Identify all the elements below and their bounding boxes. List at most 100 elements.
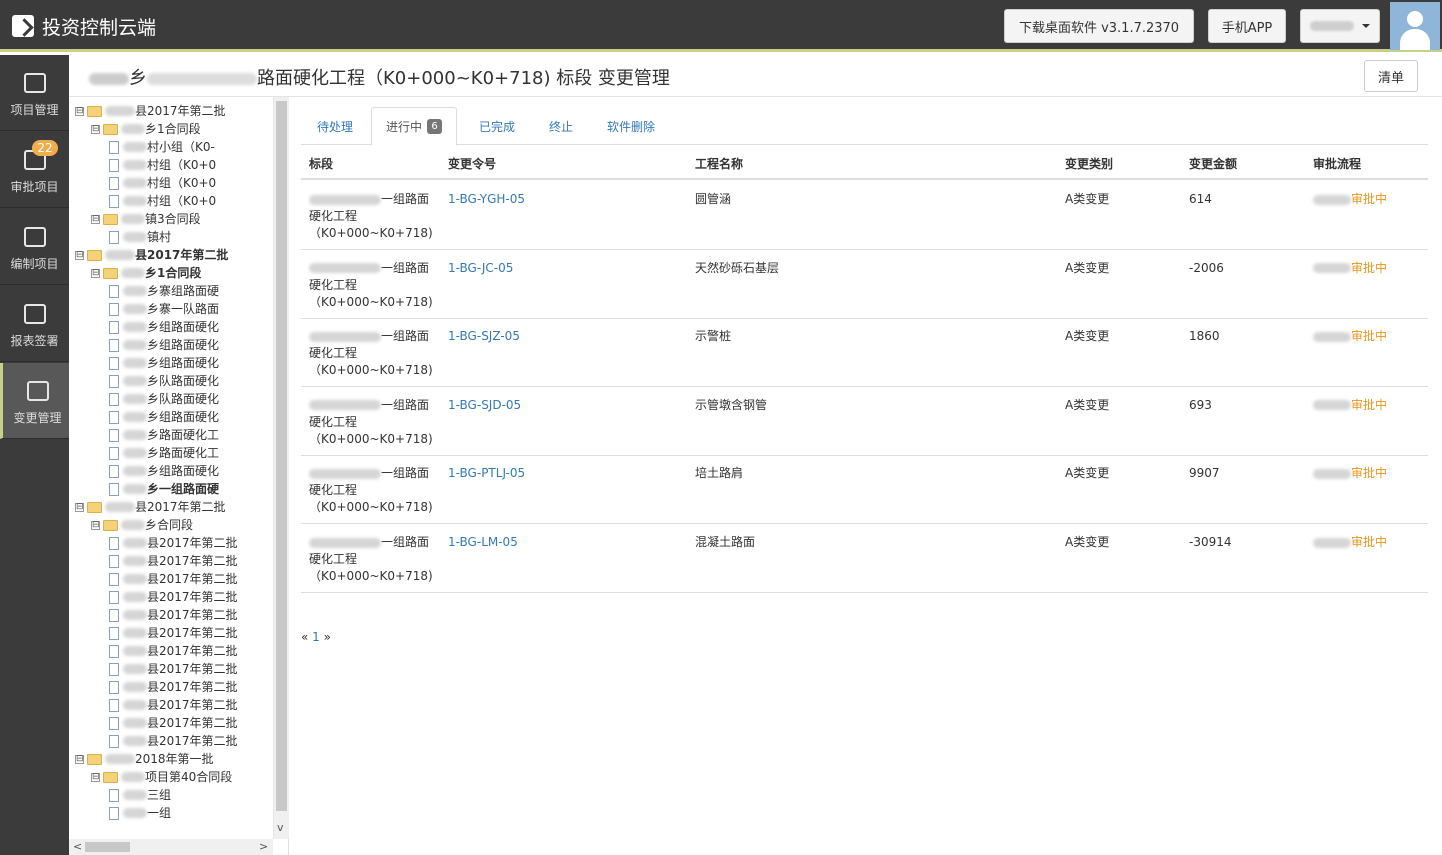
app-logo[interactable]: 投资控制云端	[12, 12, 156, 40]
folder-icon	[103, 213, 118, 225]
tree-folder-node[interactable]: ⊟ 乡1合同段	[91, 264, 201, 282]
tab-pending[interactable]: 待处理	[317, 107, 353, 145]
tree-folder-node[interactable]: ⊟ 县2017年第二批	[75, 102, 226, 120]
tab-software-deleted[interactable]: 软件删除	[607, 107, 655, 145]
top-bar: 投资控制云端 下载桌面软件 v3.1.7.2370 手机APP	[0, 0, 1442, 52]
tree-leaf-node[interactable]: 县2017年第二批	[109, 732, 238, 750]
tree-folder-node[interactable]: ⊟ 2018年第一批	[75, 750, 214, 768]
tree-leaf-node[interactable]: 村小组（K0-	[109, 138, 215, 156]
project-name-cell: 培土路肩	[695, 466, 744, 481]
download-desktop-button[interactable]: 下载桌面软件 v3.1.7.2370	[1004, 9, 1194, 43]
list-button[interactable]: 清单	[1364, 60, 1418, 92]
change-amount-cell: -30914	[1189, 535, 1232, 549]
table-row[interactable]: 一组路面 硬化工程 （K0+000~K0+718) 1-BG-YGH-05 圆管涵 A类变…	[301, 181, 1428, 250]
change-order-link[interactable]: 1-BG-PTLJ-05	[448, 465, 525, 482]
tree-leaf-node[interactable]: 县2017年第二批	[109, 678, 238, 696]
collapse-toggle-icon[interactable]: ⊟	[91, 214, 100, 224]
table-row[interactable]: 一组路面 硬化工程 （K0+000~K0+718) 1-BG-PTLJ-05 培土路肩 A…	[301, 455, 1428, 525]
document-icon	[109, 716, 119, 730]
chevron-down-icon[interactable]: v	[277, 821, 284, 834]
avatar[interactable]	[1390, 2, 1440, 50]
tree-leaf-node[interactable]: 县2017年第二批	[109, 606, 238, 624]
collapse-toggle-icon[interactable]: ⊟	[75, 754, 84, 764]
scroll-thumb[interactable]	[85, 842, 130, 852]
tree-leaf-node[interactable]: 镇村	[109, 228, 171, 246]
tree-leaf-node[interactable]: 县2017年第二批	[109, 570, 238, 588]
table-row[interactable]: 一组路面 硬化工程 （K0+000~K0+718) 1-BG-SJD-05 示管墩含钢管…	[301, 387, 1428, 456]
tree-leaf-node[interactable]: 乡寨一队路面	[109, 300, 219, 318]
table-row[interactable]: 一组路面 硬化工程 （K0+000~K0+718) 1-BG-JC-05 天然砂砾石基层…	[301, 250, 1428, 319]
collapse-toggle-icon[interactable]: ⊟	[91, 268, 100, 278]
tree-leaf-node[interactable]: 县2017年第二批	[109, 624, 238, 642]
tree-folder-node[interactable]: ⊟ 项目第40合同段	[91, 768, 232, 786]
nav-item-change-management[interactable]: 变更管理	[0, 363, 69, 439]
change-order-link[interactable]: 1-BG-LM-05	[448, 534, 518, 551]
tree-leaf-node[interactable]: 县2017年第二批	[109, 588, 238, 606]
tree-node-label: 乡组路面硬化	[147, 410, 220, 424]
tree-leaf-node[interactable]: 乡队路面硬化	[109, 390, 219, 408]
project-tree: ⊟ 县2017年第二批 ⊟ 乡1合同段 村小组（K0- 村组（K0+0 村组（K0+0 村组（…	[69, 97, 289, 855]
collapse-toggle-icon[interactable]: ⊟	[91, 124, 100, 134]
next-page-link[interactable]: »	[324, 630, 331, 644]
table-header: 标段 变更令号 工程名称 变更类别 变更金额 审批流程	[301, 145, 1428, 180]
tree-leaf-node[interactable]: 三组	[109, 786, 171, 804]
page-link-1[interactable]: 1	[312, 630, 320, 644]
tree-leaf-node[interactable]: 村组（K0+0	[109, 156, 216, 174]
tree-node-label: 县2017年第二批	[147, 590, 238, 604]
user-menu-button[interactable]	[1300, 9, 1380, 43]
tree-leaf-node[interactable]: 县2017年第二批	[109, 660, 238, 678]
chevron-left-icon[interactable]: <	[73, 840, 82, 853]
collapse-toggle-icon[interactable]: ⊟	[75, 502, 84, 512]
change-order-link[interactable]: 1-BG-YGH-05	[448, 191, 525, 208]
tree-leaf-node[interactable]: 县2017年第二批	[109, 552, 238, 570]
scroll-thumb[interactable]	[276, 101, 287, 811]
collapse-toggle-icon[interactable]: ⊟	[75, 250, 84, 260]
approval-status-cell: 审批中	[1313, 534, 1387, 551]
prev-page-link[interactable]: «	[301, 630, 308, 644]
tree-folder-node[interactable]: ⊟ 乡合同段	[91, 516, 193, 534]
tree-node-label: 县2017年第二批	[147, 626, 238, 640]
mobile-app-button[interactable]: 手机APP	[1208, 9, 1286, 43]
nav-item-approval-projects[interactable]: 22 审批项目	[0, 132, 69, 208]
tree-leaf-node[interactable]: 乡路面硬化工	[109, 444, 219, 462]
change-order-link[interactable]: 1-BG-JC-05	[448, 260, 513, 277]
tree-leaf-node[interactable]: 乡组路面硬化	[109, 462, 219, 480]
nav-item-project-management[interactable]: 项目管理	[0, 55, 69, 131]
tab-terminated[interactable]: 终止	[549, 107, 573, 145]
tree-leaf-node[interactable]: 一组	[109, 804, 171, 822]
tree-leaf-node[interactable]: 乡一组路面硬	[109, 480, 219, 498]
tree-folder-node[interactable]: ⊟ 镇3合同段	[91, 210, 201, 228]
table-row[interactable]: 一组路面 硬化工程 （K0+000~K0+718) 1-BG-LM-05 混凝土路面 A类…	[301, 524, 1428, 593]
tree-leaf-node[interactable]: 县2017年第二批	[109, 642, 238, 660]
tree-folder-node[interactable]: ⊟ 县2017年第二批	[75, 246, 228, 264]
tree-leaf-node[interactable]: 乡队路面硬化	[109, 372, 219, 390]
collapse-toggle-icon[interactable]: ⊟	[91, 772, 100, 782]
tab-in-progress[interactable]: 进行中 6	[371, 107, 458, 146]
tree-vertical-scrollbar[interactable]: v	[273, 97, 289, 839]
collapse-toggle-icon[interactable]: ⊟	[91, 520, 100, 530]
collapse-toggle-icon[interactable]: ⊟	[75, 106, 84, 116]
change-order-link[interactable]: 1-BG-SJZ-05	[448, 328, 520, 345]
folder-icon	[87, 249, 102, 261]
tree-leaf-node[interactable]: 村组（K0+0	[109, 174, 216, 192]
tree-leaf-node[interactable]: 县2017年第二批	[109, 696, 238, 714]
tree-leaf-node[interactable]: 乡组路面硬化	[109, 336, 219, 354]
tree-folder-node[interactable]: ⊟ 县2017年第二批	[75, 498, 226, 516]
tree-leaf-node[interactable]: 乡组路面硬化	[109, 354, 219, 372]
tree-folder-node[interactable]: ⊟ 乡1合同段	[91, 120, 201, 138]
tree-leaf-node[interactable]: 村组（K0+0	[109, 192, 216, 210]
tree-leaf-node[interactable]: 县2017年第二批	[109, 714, 238, 732]
tree-leaf-node[interactable]: 县2017年第二批	[109, 534, 238, 552]
tree-leaf-node[interactable]: 乡组路面硬化	[109, 408, 219, 426]
tab-completed[interactable]: 已完成	[479, 107, 515, 145]
change-order-link[interactable]: 1-BG-SJD-05	[448, 397, 521, 414]
nav-item-report-signing[interactable]: 报表签署	[0, 286, 69, 362]
tree-horizontal-scrollbar[interactable]: < >	[69, 839, 273, 855]
tree-leaf-node[interactable]: 乡路面硬化工	[109, 426, 219, 444]
tree-leaf-node[interactable]: 乡寨组路面硬	[109, 282, 219, 300]
clipboard-check-icon	[27, 381, 49, 401]
table-row[interactable]: 一组路面 硬化工程 （K0+000~K0+718) 1-BG-SJZ-05 示警桩 A类变…	[301, 318, 1428, 388]
nav-item-compile-projects[interactable]: 编制项目	[0, 209, 69, 285]
tree-leaf-node[interactable]: 乡组路面硬化	[109, 318, 219, 336]
chevron-right-icon[interactable]: >	[259, 840, 268, 853]
